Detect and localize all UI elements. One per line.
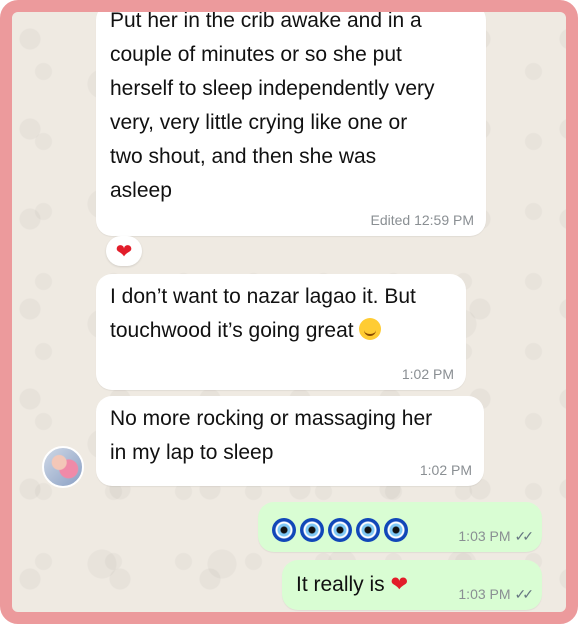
message-line: touchwood it’s going great: [110, 319, 354, 342]
message-bubble[interactable]: No more rocking or massaging her in my l…: [96, 396, 484, 486]
nazar-amulet-icon: [328, 518, 352, 543]
double-check-icon: ✓✓: [514, 586, 535, 602]
message-timestamp: 1:03 PM: [458, 586, 511, 602]
nazar-amulet-icon: [300, 518, 324, 543]
nazar-amulet-icon: [356, 518, 380, 543]
message-text: I don’t want to nazar lagao it. But touc…: [110, 280, 416, 348]
message-text: It really is ❤: [296, 568, 408, 602]
message-text: Put her in the crib awake and in a coupl…: [110, 9, 435, 208]
message-line: herself to sleep independently very: [110, 77, 435, 100]
message-timestamp: 1:03 PM: [458, 528, 511, 544]
message-bubble[interactable]: 1:03 PM ✓✓: [258, 502, 542, 552]
message-line-with-emoji: touchwood it’s going great: [110, 314, 416, 348]
message-line: very, very little crying like one or: [110, 111, 408, 134]
chat-frame: Put her in the crib awake and in a coupl…: [0, 0, 578, 624]
message-timestamp: Edited 12:59 PM: [370, 212, 474, 228]
smiling-face-icon: [359, 318, 382, 340]
message-bubble[interactable]: I don’t want to nazar lagao it. But touc…: [96, 274, 466, 390]
message-timestamp: 1:02 PM: [401, 366, 454, 382]
message-timestamp: 1:02 PM: [419, 462, 472, 478]
message-line: in my lap to sleep: [110, 441, 274, 464]
message-line: asleep: [110, 179, 172, 202]
message-line: I don’t want to nazar lagao it. But: [110, 285, 416, 308]
sender-avatar[interactable]: [42, 446, 84, 488]
message-line: couple of minutes or so she put: [110, 43, 402, 66]
message-line: Put her in the crib awake and in a: [110, 9, 422, 32]
nazar-amulet-icon: [384, 518, 408, 543]
double-check-icon: ✓✓: [514, 528, 535, 544]
message-bubble[interactable]: It really is ❤ 1:03 PM ✓✓: [282, 560, 542, 610]
message-line: No more rocking or massaging her: [110, 407, 433, 430]
message-line: two shout, and then she was: [110, 145, 377, 168]
message-meta: 1:03 PM ✓✓: [458, 528, 535, 544]
red-heart-icon: ❤: [390, 573, 409, 596]
evil-eye-emojis: [272, 513, 412, 547]
message-meta: 1:03 PM ✓✓: [458, 586, 535, 602]
message-text: No more rocking or massaging her in my l…: [110, 402, 432, 470]
heart-reaction-icon[interactable]: ❤: [106, 236, 142, 266]
nazar-amulet-icon: [272, 518, 296, 543]
message-bubble[interactable]: Put her in the crib awake and in a coupl…: [96, 9, 486, 236]
message-line: It really is: [296, 573, 385, 596]
